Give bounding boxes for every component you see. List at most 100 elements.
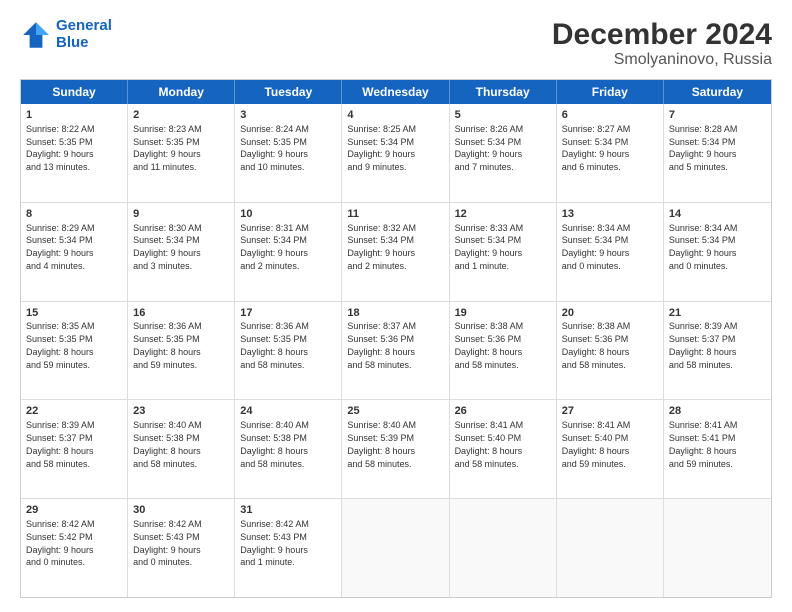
day-cell-26: 26Sunrise: 8:41 AM Sunset: 5:40 PM Dayli… xyxy=(450,400,557,498)
day-cell-1: 1Sunrise: 8:22 AM Sunset: 5:35 PM Daylig… xyxy=(21,104,128,202)
day-info: Sunrise: 8:34 AM Sunset: 5:34 PM Dayligh… xyxy=(669,223,738,271)
day-of-week-wednesday: Wednesday xyxy=(342,80,449,104)
day-of-week-tuesday: Tuesday xyxy=(235,80,342,104)
day-info: Sunrise: 8:42 AM Sunset: 5:43 PM Dayligh… xyxy=(240,519,309,567)
day-cell-7: 7Sunrise: 8:28 AM Sunset: 5:34 PM Daylig… xyxy=(664,104,771,202)
day-info: Sunrise: 8:36 AM Sunset: 5:35 PM Dayligh… xyxy=(240,321,309,369)
day-number: 5 xyxy=(455,108,551,123)
day-cell-15: 15Sunrise: 8:35 AM Sunset: 5:35 PM Dayli… xyxy=(21,302,128,400)
day-info: Sunrise: 8:35 AM Sunset: 5:35 PM Dayligh… xyxy=(26,321,95,369)
empty-cell xyxy=(664,499,771,597)
page: General Blue December 2024 Smolyaninovo,… xyxy=(0,0,792,612)
day-cell-12: 12Sunrise: 8:33 AM Sunset: 5:34 PM Dayli… xyxy=(450,203,557,301)
day-of-week-monday: Monday xyxy=(128,80,235,104)
day-number: 22 xyxy=(26,404,122,419)
day-number: 31 xyxy=(240,503,336,518)
day-info: Sunrise: 8:25 AM Sunset: 5:34 PM Dayligh… xyxy=(347,124,416,172)
day-number: 11 xyxy=(347,207,443,222)
day-info: Sunrise: 8:37 AM Sunset: 5:36 PM Dayligh… xyxy=(347,321,416,369)
day-cell-14: 14Sunrise: 8:34 AM Sunset: 5:34 PM Dayli… xyxy=(664,203,771,301)
day-info: Sunrise: 8:42 AM Sunset: 5:42 PM Dayligh… xyxy=(26,519,95,567)
day-info: Sunrise: 8:38 AM Sunset: 5:36 PM Dayligh… xyxy=(562,321,631,369)
day-cell-13: 13Sunrise: 8:34 AM Sunset: 5:34 PM Dayli… xyxy=(557,203,664,301)
day-number: 20 xyxy=(562,306,658,321)
day-info: Sunrise: 8:39 AM Sunset: 5:37 PM Dayligh… xyxy=(669,321,738,369)
day-number: 2 xyxy=(133,108,229,123)
day-cell-6: 6Sunrise: 8:27 AM Sunset: 5:34 PM Daylig… xyxy=(557,104,664,202)
calendar-row-3: 22Sunrise: 8:39 AM Sunset: 5:37 PM Dayli… xyxy=(21,400,771,499)
day-cell-29: 29Sunrise: 8:42 AM Sunset: 5:42 PM Dayli… xyxy=(21,499,128,597)
day-number: 17 xyxy=(240,306,336,321)
day-number: 29 xyxy=(26,503,122,518)
day-info: Sunrise: 8:22 AM Sunset: 5:35 PM Dayligh… xyxy=(26,124,95,172)
day-info: Sunrise: 8:40 AM Sunset: 5:38 PM Dayligh… xyxy=(240,420,309,468)
day-number: 1 xyxy=(26,108,122,123)
day-number: 21 xyxy=(669,306,766,321)
day-info: Sunrise: 8:41 AM Sunset: 5:40 PM Dayligh… xyxy=(455,420,524,468)
day-info: Sunrise: 8:34 AM Sunset: 5:34 PM Dayligh… xyxy=(562,223,631,271)
day-number: 16 xyxy=(133,306,229,321)
day-info: Sunrise: 8:41 AM Sunset: 5:40 PM Dayligh… xyxy=(562,420,631,468)
day-number: 26 xyxy=(455,404,551,419)
calendar: SundayMondayTuesdayWednesdayThursdayFrid… xyxy=(20,79,772,598)
day-number: 24 xyxy=(240,404,336,419)
day-cell-3: 3Sunrise: 8:24 AM Sunset: 5:35 PM Daylig… xyxy=(235,104,342,202)
day-info: Sunrise: 8:30 AM Sunset: 5:34 PM Dayligh… xyxy=(133,223,202,271)
day-number: 13 xyxy=(562,207,658,222)
logo-text: General Blue xyxy=(56,18,112,51)
day-number: 18 xyxy=(347,306,443,321)
day-number: 8 xyxy=(26,207,122,222)
day-cell-9: 9Sunrise: 8:30 AM Sunset: 5:34 PM Daylig… xyxy=(128,203,235,301)
header: General Blue December 2024 Smolyaninovo,… xyxy=(20,18,772,69)
day-number: 12 xyxy=(455,207,551,222)
empty-cell xyxy=(557,499,664,597)
logo-icon xyxy=(20,19,52,51)
day-cell-5: 5Sunrise: 8:26 AM Sunset: 5:34 PM Daylig… xyxy=(450,104,557,202)
day-number: 9 xyxy=(133,207,229,222)
main-title: December 2024 xyxy=(552,18,772,51)
day-info: Sunrise: 8:27 AM Sunset: 5:34 PM Dayligh… xyxy=(562,124,631,172)
day-info: Sunrise: 8:38 AM Sunset: 5:36 PM Dayligh… xyxy=(455,321,524,369)
day-info: Sunrise: 8:31 AM Sunset: 5:34 PM Dayligh… xyxy=(240,223,309,271)
day-cell-25: 25Sunrise: 8:40 AM Sunset: 5:39 PM Dayli… xyxy=(342,400,449,498)
day-number: 6 xyxy=(562,108,658,123)
calendar-row-1: 8Sunrise: 8:29 AM Sunset: 5:34 PM Daylig… xyxy=(21,203,771,302)
day-of-week-sunday: Sunday xyxy=(21,80,128,104)
day-info: Sunrise: 8:32 AM Sunset: 5:34 PM Dayligh… xyxy=(347,223,416,271)
day-cell-10: 10Sunrise: 8:31 AM Sunset: 5:34 PM Dayli… xyxy=(235,203,342,301)
day-number: 28 xyxy=(669,404,766,419)
title-block: December 2024 Smolyaninovo, Russia xyxy=(552,18,772,69)
day-cell-4: 4Sunrise: 8:25 AM Sunset: 5:34 PM Daylig… xyxy=(342,104,449,202)
empty-cell xyxy=(450,499,557,597)
day-cell-22: 22Sunrise: 8:39 AM Sunset: 5:37 PM Dayli… xyxy=(21,400,128,498)
day-cell-31: 31Sunrise: 8:42 AM Sunset: 5:43 PM Dayli… xyxy=(235,499,342,597)
day-of-week-friday: Friday xyxy=(557,80,664,104)
calendar-row-2: 15Sunrise: 8:35 AM Sunset: 5:35 PM Dayli… xyxy=(21,302,771,401)
day-of-week-thursday: Thursday xyxy=(450,80,557,104)
day-info: Sunrise: 8:39 AM Sunset: 5:37 PM Dayligh… xyxy=(26,420,95,468)
day-cell-11: 11Sunrise: 8:32 AM Sunset: 5:34 PM Dayli… xyxy=(342,203,449,301)
calendar-row-4: 29Sunrise: 8:42 AM Sunset: 5:42 PM Dayli… xyxy=(21,499,771,597)
subtitle: Smolyaninovo, Russia xyxy=(552,51,772,69)
day-number: 7 xyxy=(669,108,766,123)
calendar-header: SundayMondayTuesdayWednesdayThursdayFrid… xyxy=(21,80,771,104)
calendar-row-0: 1Sunrise: 8:22 AM Sunset: 5:35 PM Daylig… xyxy=(21,104,771,203)
day-cell-8: 8Sunrise: 8:29 AM Sunset: 5:34 PM Daylig… xyxy=(21,203,128,301)
day-cell-27: 27Sunrise: 8:41 AM Sunset: 5:40 PM Dayli… xyxy=(557,400,664,498)
day-number: 19 xyxy=(455,306,551,321)
day-number: 4 xyxy=(347,108,443,123)
day-number: 15 xyxy=(26,306,122,321)
day-cell-17: 17Sunrise: 8:36 AM Sunset: 5:35 PM Dayli… xyxy=(235,302,342,400)
day-cell-30: 30Sunrise: 8:42 AM Sunset: 5:43 PM Dayli… xyxy=(128,499,235,597)
day-cell-23: 23Sunrise: 8:40 AM Sunset: 5:38 PM Dayli… xyxy=(128,400,235,498)
day-of-week-saturday: Saturday xyxy=(664,80,771,104)
day-info: Sunrise: 8:40 AM Sunset: 5:39 PM Dayligh… xyxy=(347,420,416,468)
day-cell-21: 21Sunrise: 8:39 AM Sunset: 5:37 PM Dayli… xyxy=(664,302,771,400)
day-info: Sunrise: 8:28 AM Sunset: 5:34 PM Dayligh… xyxy=(669,124,738,172)
day-info: Sunrise: 8:40 AM Sunset: 5:38 PM Dayligh… xyxy=(133,420,202,468)
logo: General Blue xyxy=(20,18,112,51)
day-cell-16: 16Sunrise: 8:36 AM Sunset: 5:35 PM Dayli… xyxy=(128,302,235,400)
day-cell-24: 24Sunrise: 8:40 AM Sunset: 5:38 PM Dayli… xyxy=(235,400,342,498)
empty-cell xyxy=(342,499,449,597)
day-number: 23 xyxy=(133,404,229,419)
